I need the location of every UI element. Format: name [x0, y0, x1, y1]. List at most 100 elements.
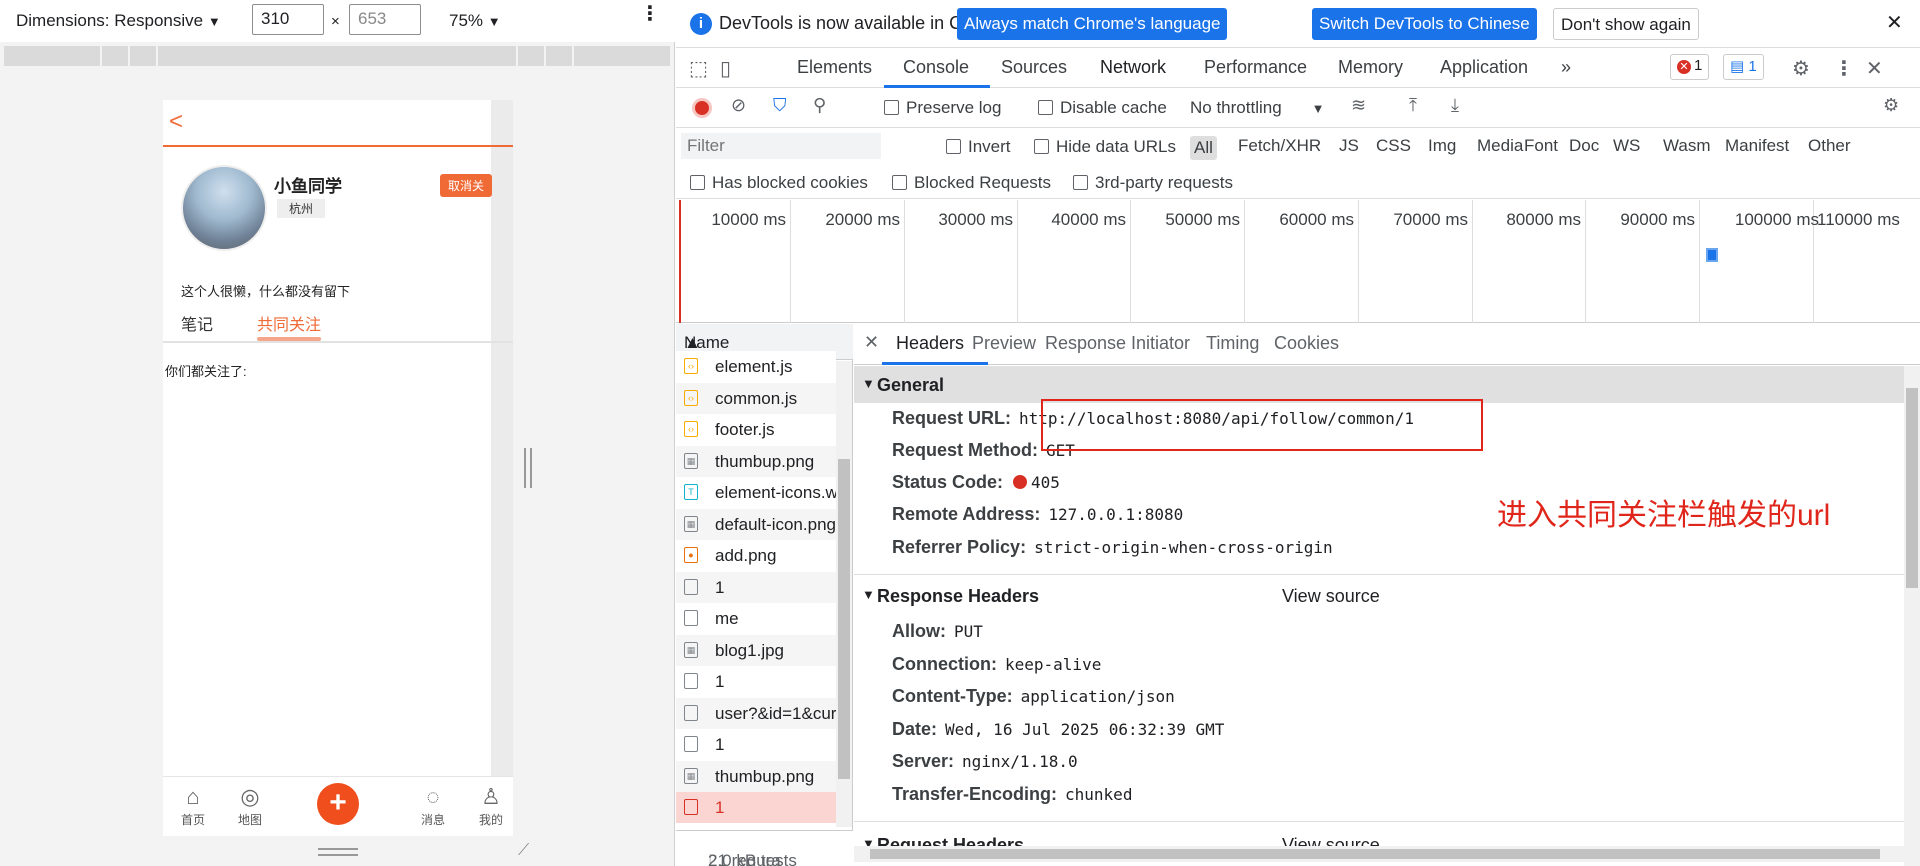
has-blocked-cookies-checkbox[interactable]: Has blocked cookies: [690, 173, 868, 193]
import-har-icon[interactable]: ⤒: [1409, 95, 1417, 116]
record-icon[interactable]: [692, 98, 712, 118]
width-value: 310: [261, 9, 290, 28]
zoom-dropdown[interactable]: 75% ▼: [449, 11, 501, 31]
filter-type-img[interactable]: Img: [1428, 136, 1456, 156]
filter-input[interactable]: [681, 133, 881, 159]
details-horizontal-scrollbar[interactable]: [854, 846, 1904, 862]
tab-response[interactable]: Response: [1045, 333, 1126, 354]
filter-type-other[interactable]: Other: [1808, 136, 1851, 156]
close-icon[interactable]: ✕: [864, 332, 879, 353]
throttling-dropdown[interactable]: No throttling ▼: [1190, 98, 1325, 118]
filter-type-doc[interactable]: Doc: [1569, 136, 1599, 156]
filter-type-font[interactable]: Font: [1524, 136, 1558, 156]
error-count-badge[interactable]: ✕ 1: [1670, 54, 1710, 80]
request-row[interactable]: 1: [676, 792, 836, 823]
back-icon[interactable]: <: [169, 108, 183, 136]
tab-preview[interactable]: Preview: [972, 333, 1036, 354]
scrollbar-thumb[interactable]: [870, 849, 1880, 859]
scrollbar-thumb[interactable]: [1906, 388, 1918, 588]
preserve-log-checkbox[interactable]: Preserve log: [884, 98, 1001, 118]
switch-to-chinese-button[interactable]: Switch DevTools to Chinese: [1312, 8, 1537, 40]
tab-performance[interactable]: Performance: [1204, 57, 1307, 78]
request-row[interactable]: 1: [676, 729, 836, 760]
tab-sources[interactable]: Sources: [1001, 57, 1067, 78]
invert-checkbox[interactable]: Invert: [946, 137, 1011, 157]
clear-icon[interactable]: ⊘: [731, 95, 746, 116]
unfollow-button[interactable]: 取消关: [440, 174, 493, 197]
request-row[interactable]: 1: [676, 571, 836, 603]
tab-initiator[interactable]: Initiator: [1131, 333, 1190, 354]
nav-messages[interactable]: ◌ 消息: [411, 785, 455, 828]
request-row[interactable]: ▦ blog1.jpg: [676, 634, 836, 666]
details-vertical-scrollbar[interactable]: [1904, 366, 1920, 866]
page-side-strip: [491, 100, 513, 776]
network-settings-icon[interactable]: ⚙: [1883, 95, 1899, 116]
view-source-link[interactable]: View source: [1282, 586, 1380, 607]
search-icon[interactable]: ⚲: [813, 95, 826, 116]
request-row[interactable]: ▦ thumbup.png: [676, 445, 836, 477]
request-row[interactable]: ▦ thumbup.png: [676, 760, 836, 792]
tab-common-follow[interactable]: 共同关注: [257, 311, 321, 335]
width-input[interactable]: 310: [252, 4, 324, 35]
filter-type-ws[interactable]: WS: [1613, 136, 1640, 156]
media-query-ruler[interactable]: [4, 46, 670, 66]
corner-resize-icon[interactable]: ⟋: [518, 842, 529, 860]
request-list-scrollbar[interactable]: [836, 361, 852, 827]
hide-data-urls-checkbox[interactable]: Hide data URLs: [1034, 137, 1176, 157]
more-tabs-icon[interactable]: »: [1561, 57, 1571, 78]
filter-type-js[interactable]: JS: [1339, 136, 1359, 156]
tab-notes[interactable]: 笔记: [181, 311, 213, 335]
blocked-requests-checkbox[interactable]: Blocked Requests: [892, 173, 1051, 193]
tab-memory[interactable]: Memory: [1338, 57, 1403, 78]
dimensions-dropdown[interactable]: Dimensions: Responsive ▼: [16, 11, 221, 31]
close-icon[interactable]: ✕: [1886, 10, 1903, 35]
inspect-element-icon[interactable]: ⬚: [689, 56, 708, 81]
nav-map[interactable]: ◎ 地图: [228, 785, 272, 828]
height-resize-handle[interactable]: [318, 848, 358, 856]
request-row[interactable]: ▦ default-icon.png: [676, 508, 836, 540]
tab-cookies[interactable]: Cookies: [1274, 333, 1339, 354]
request-row[interactable]: user?&id=1&curre: [676, 697, 836, 729]
request-row[interactable]: ‹› footer.js: [676, 414, 836, 445]
tab-timing[interactable]: Timing: [1206, 333, 1259, 354]
request-row[interactable]: 1: [676, 666, 836, 697]
tab-application[interactable]: Application: [1440, 57, 1528, 78]
tab-elements[interactable]: Elements: [797, 57, 872, 78]
filter-type-fetch-xhr[interactable]: Fetch/XHR: [1238, 136, 1321, 156]
network-overview-timeline[interactable]: 10000 ms 20000 ms 30000 ms 40000 ms 5000…: [676, 200, 1920, 323]
filter-icon[interactable]: ⛉: [773, 95, 787, 116]
filter-type-wasm[interactable]: Wasm: [1663, 136, 1711, 156]
general-section-header[interactable]: ▼ General: [854, 366, 1904, 403]
nav-home[interactable]: ⌂ 首页: [171, 785, 215, 828]
add-button[interactable]: +: [317, 783, 359, 825]
tab-console[interactable]: Console: [903, 57, 969, 78]
scrollbar-thumb[interactable]: [838, 459, 850, 779]
settings-gear-icon[interactable]: ⚙: [1792, 56, 1810, 81]
request-row[interactable]: me: [676, 603, 836, 634]
request-row[interactable]: ● add.png: [676, 540, 836, 571]
more-options-icon[interactable]: ⋮: [1834, 56, 1854, 81]
always-match-language-button[interactable]: Always match Chrome's language: [957, 8, 1228, 40]
response-headers-section-header[interactable]: ▼ Response Headers View source: [854, 577, 1904, 614]
third-party-requests-checkbox[interactable]: 3rd-party requests: [1073, 173, 1233, 193]
nav-me[interactable]: ♙ 我的: [469, 785, 513, 828]
request-row[interactable]: ‹› element.js: [676, 351, 836, 382]
filter-type-all[interactable]: All: [1190, 136, 1217, 160]
close-devtools-icon[interactable]: ✕: [1866, 56, 1883, 81]
device-toggle-icon[interactable]: ▯: [720, 56, 731, 81]
tab-network[interactable]: Network: [1100, 57, 1166, 78]
filter-type-css[interactable]: CSS: [1376, 136, 1411, 156]
filter-type-media[interactable]: Media: [1477, 136, 1523, 156]
export-har-icon[interactable]: ⤓: [1451, 95, 1459, 116]
disable-cache-checkbox[interactable]: Disable cache: [1038, 98, 1167, 118]
tab-headers[interactable]: Headers: [896, 333, 964, 354]
request-row[interactable]: ‹› common.js: [676, 382, 836, 414]
request-row[interactable]: Telement-icons.wof: [676, 477, 836, 508]
height-input[interactable]: 653: [349, 4, 421, 35]
filter-type-manifest[interactable]: Manifest: [1725, 136, 1789, 156]
dont-show-again-button[interactable]: Don't show again: [1553, 8, 1699, 40]
more-options-icon[interactable]: ⋮: [640, 4, 660, 24]
message-count-badge[interactable]: ▤ 1: [1723, 54, 1764, 80]
network-conditions-icon[interactable]: ≋: [1351, 95, 1366, 116]
width-resize-handle[interactable]: [524, 448, 532, 488]
